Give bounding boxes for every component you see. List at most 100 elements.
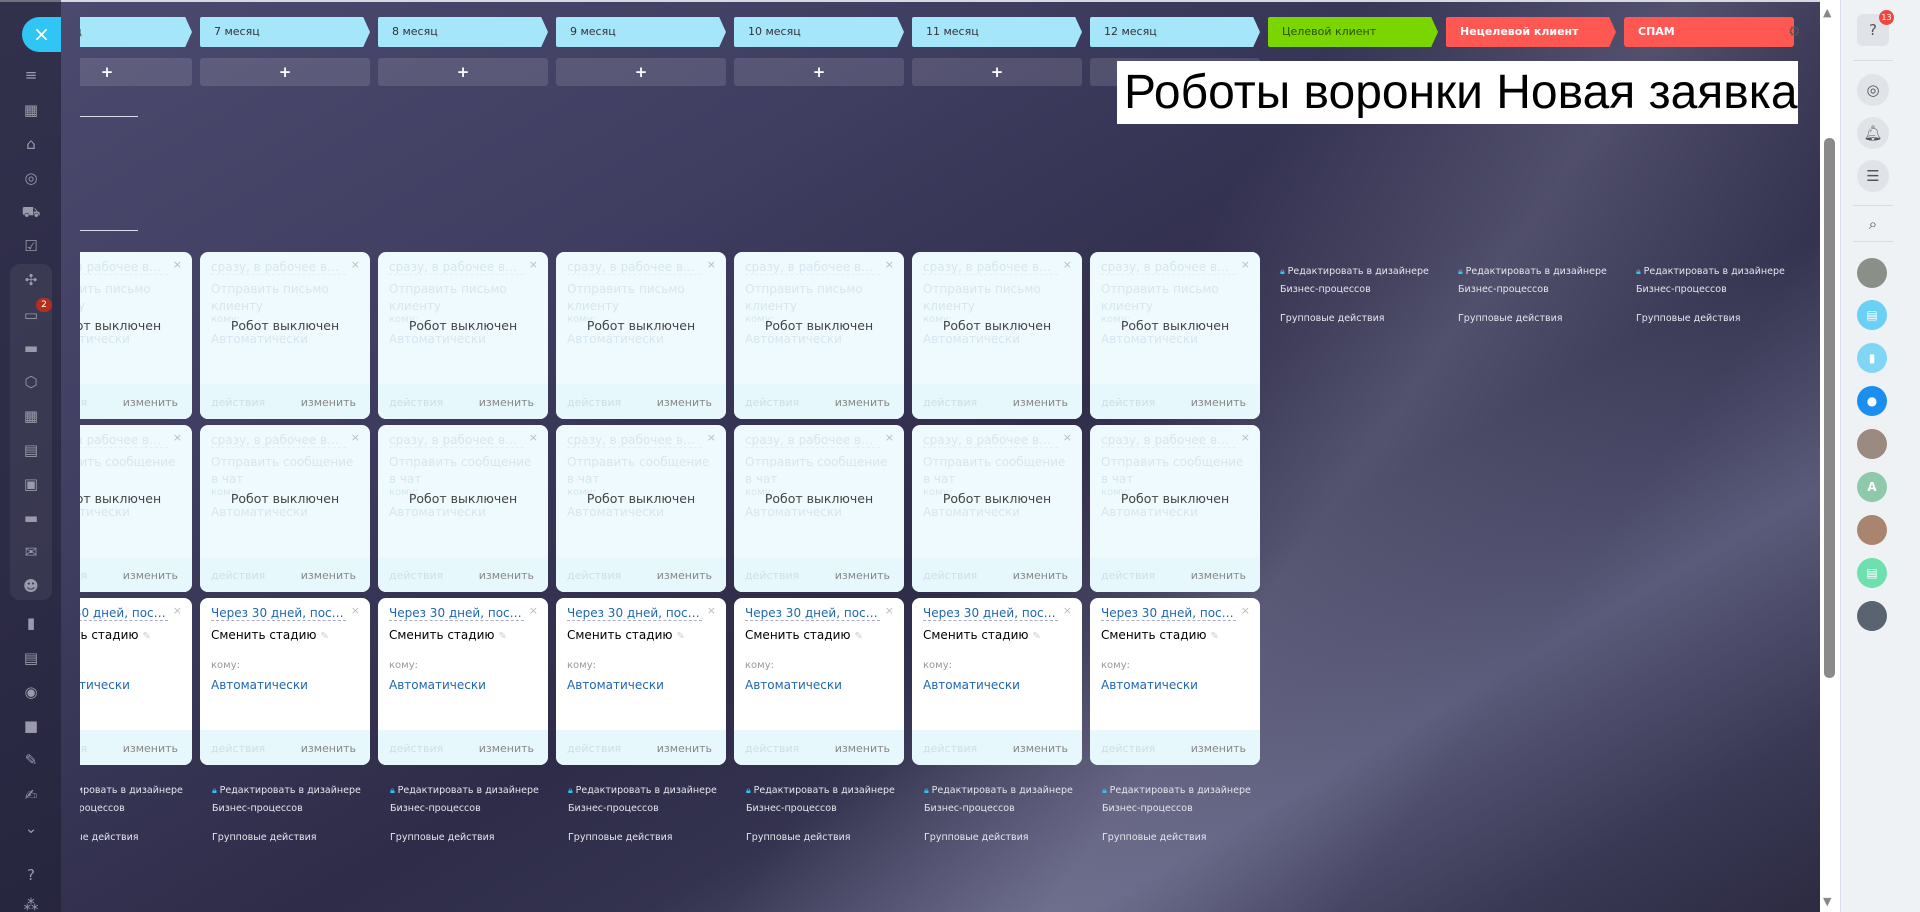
- edit-in-designer-label-2[interactable]: Бизнес-процессов: [746, 800, 916, 817]
- card-edit-link[interactable]: изменить: [835, 742, 890, 755]
- avatar-letter[interactable]: A: [1857, 472, 1887, 502]
- edit-in-designer-link[interactable]: 🔒︎ Редактировать в дизайнере: [568, 782, 738, 800]
- add-robot-button[interactable]: +: [912, 58, 1082, 86]
- team-icon[interactable]: ☻: [19, 576, 43, 596]
- sites-icon[interactable]: ✣: [19, 270, 43, 290]
- document-icon[interactable]: ▤: [19, 440, 43, 460]
- card-actions-link[interactable]: действия: [1101, 396, 1155, 409]
- robot-card[interactable]: Через 30 дней, после ...Сменить стадию✎к…: [912, 598, 1082, 765]
- chat-list-icon[interactable]: ☰: [1857, 160, 1889, 192]
- edit-in-designer-label-2[interactable]: Бизнес-процессов: [390, 800, 560, 817]
- robot-to-value[interactable]: Автоматически: [1101, 505, 1198, 519]
- robot-card[interactable]: сразу, в рабочее время Отправить письмо к…: [556, 252, 726, 419]
- card-actions-link[interactable]: действия: [567, 396, 621, 409]
- robot-card[interactable]: сразу, в рабочее время Отправить письмо к…: [80, 252, 192, 419]
- pencil-icon[interactable]: ✎: [1032, 631, 1040, 642]
- group-actions-link[interactable]: Групповые действия: [80, 829, 204, 846]
- search-icon[interactable]: ⌕: [1857, 208, 1889, 240]
- group-actions-link[interactable]: Групповые действия: [746, 829, 916, 846]
- robot-to-value[interactable]: Автоматически: [923, 332, 1020, 346]
- card-edit-link[interactable]: изменить: [1013, 396, 1068, 409]
- robot-trigger[interactable]: Через 30 дней, после ...: [567, 606, 702, 621]
- robot-to-value[interactable]: Автоматически: [1101, 332, 1198, 346]
- robot-to-value[interactable]: Автоматически: [211, 678, 308, 692]
- card-edit-link[interactable]: изменить: [1191, 569, 1246, 582]
- card-actions-link[interactable]: действия: [567, 569, 621, 582]
- robot-to-value[interactable]: Автоматически: [80, 678, 130, 692]
- box-icon[interactable]: ■: [19, 716, 43, 736]
- robot-to-value[interactable]: Автоматически: [745, 505, 842, 519]
- robot-to-value[interactable]: Автоматически: [389, 505, 486, 519]
- gear-icon[interactable]: ⚙: [1788, 24, 1801, 40]
- card-edit-link[interactable]: изменить: [123, 396, 178, 409]
- stage-header[interactable]: 9 месяц: [556, 17, 726, 47]
- card-actions-link[interactable]: действия: [745, 742, 799, 755]
- robot-card[interactable]: сразу, в рабочее время Отправить письмо к…: [378, 252, 548, 419]
- robot-card[interactable]: сразу, в рабочее время Отправить письмо к…: [912, 252, 1082, 419]
- robot-card[interactable]: сразу, в рабочее время Отправить письмо к…: [1090, 252, 1260, 419]
- edit-in-designer-label-2[interactable]: Бизнес-процессов: [568, 800, 738, 817]
- card-edit-link[interactable]: изменить: [1013, 569, 1068, 582]
- bell-icon[interactable]: 🔔︎: [1857, 117, 1889, 149]
- edit-in-designer-link[interactable]: 🔒︎ Редактировать в дизайнере: [746, 782, 916, 800]
- close-icon[interactable]: ×: [529, 258, 538, 271]
- stage-header[interactable]: Целевой клиент: [1268, 17, 1438, 47]
- robot-to-value[interactable]: Автоматически: [923, 678, 1020, 692]
- edit-in-designer-link[interactable]: 🔒︎ Редактировать в дизайнере: [1280, 263, 1450, 281]
- stage-header[interactable]: СПАМ: [1624, 17, 1794, 47]
- stage-header[interactable]: 6 месяц: [80, 17, 192, 47]
- close-icon[interactable]: ×: [1063, 258, 1072, 271]
- robot-trigger[interactable]: Через 30 дней, после ...: [923, 606, 1058, 621]
- mail-icon[interactable]: ✉: [19, 542, 43, 562]
- calendar-list-icon[interactable]: ▦: [19, 100, 43, 120]
- scroll-up-icon[interactable]: ▲: [1823, 6, 1831, 19]
- add-robot-button[interactable]: +: [556, 58, 726, 86]
- robot-card[interactable]: сразу, в рабочее врем... Отправить сообще…: [378, 425, 548, 592]
- edit-doc-icon[interactable]: ✎: [19, 750, 43, 770]
- robot-card[interactable]: сразу, в рабочее врем... Отправить сообще…: [734, 425, 904, 592]
- group-actions-link[interactable]: Групповые действия: [1102, 829, 1272, 846]
- edit-in-designer-link[interactable]: 🔒︎ Редактировать в дизайнере: [1458, 263, 1628, 281]
- robot-trigger[interactable]: сразу, в рабочее время: [567, 260, 702, 275]
- help-icon[interactable]: ?: [19, 865, 43, 885]
- robot-trigger[interactable]: сразу, в рабочее время: [389, 260, 524, 275]
- avatar[interactable]: [1857, 258, 1887, 288]
- group-actions-link[interactable]: Групповые действия: [1280, 310, 1450, 327]
- robot-card[interactable]: Через 30 дней, после ...Сменить стадию✎к…: [378, 598, 548, 765]
- add-robot-button[interactable]: +: [734, 58, 904, 86]
- building-icon[interactable]: ⌂: [19, 134, 43, 154]
- stage-header[interactable]: 8 месяц: [378, 17, 548, 47]
- robot-trigger[interactable]: сразу, в рабочее врем...: [745, 433, 880, 448]
- chart-icon[interactable]: ▮: [19, 613, 43, 633]
- robot-card[interactable]: сразу, в рабочее врем... Отправить сообще…: [912, 425, 1082, 592]
- robot-trigger[interactable]: Через 30 дней, после ...: [1101, 606, 1236, 621]
- card-edit-link[interactable]: изменить: [657, 569, 712, 582]
- card-edit-link[interactable]: изменить: [479, 569, 534, 582]
- card-edit-link[interactable]: изменить: [835, 396, 890, 409]
- pencil-icon[interactable]: ✎: [498, 631, 506, 642]
- signature-icon[interactable]: ✍: [19, 785, 43, 805]
- bookmark-avatar[interactable]: ▮: [1857, 343, 1887, 373]
- card-actions-link[interactable]: действия: [745, 396, 799, 409]
- close-icon[interactable]: ×: [173, 258, 182, 271]
- robot-trigger[interactable]: Через 30 дней, после ...: [389, 606, 524, 621]
- edit-in-designer-label-2[interactable]: Бизнес-процессов: [1102, 800, 1272, 817]
- card-actions-link[interactable]: действия: [211, 396, 265, 409]
- close-icon[interactable]: ×: [885, 258, 894, 271]
- robot-to-value[interactable]: Автоматически: [80, 332, 130, 346]
- pencil-icon[interactable]: ✎: [320, 631, 328, 642]
- robot-card[interactable]: Через 30 дней, после ...Сменить стадию✎к…: [80, 598, 192, 765]
- pencil-icon[interactable]: ✎: [854, 631, 862, 642]
- robot-icon[interactable]: ◉: [19, 682, 43, 702]
- card-actions-link[interactable]: действия: [923, 569, 977, 582]
- robot-trigger[interactable]: сразу, в рабочее время: [1101, 260, 1236, 275]
- contact-card-icon[interactable]: ▤: [19, 648, 43, 668]
- edit-in-designer-link[interactable]: 🔒︎ Редактировать в дизайнере: [924, 782, 1094, 800]
- edit-in-designer-label-2[interactable]: Бизнес-процессов: [924, 800, 1094, 817]
- cart-icon[interactable]: ⛟: [19, 202, 43, 222]
- robot-to-value[interactable]: Автоматически: [389, 332, 486, 346]
- card-edit-link[interactable]: изменить: [479, 396, 534, 409]
- close-icon[interactable]: ×: [173, 431, 182, 444]
- robot-card[interactable]: сразу, в рабочее врем... Отправить сообще…: [556, 425, 726, 592]
- card-actions-link[interactable]: действия: [923, 396, 977, 409]
